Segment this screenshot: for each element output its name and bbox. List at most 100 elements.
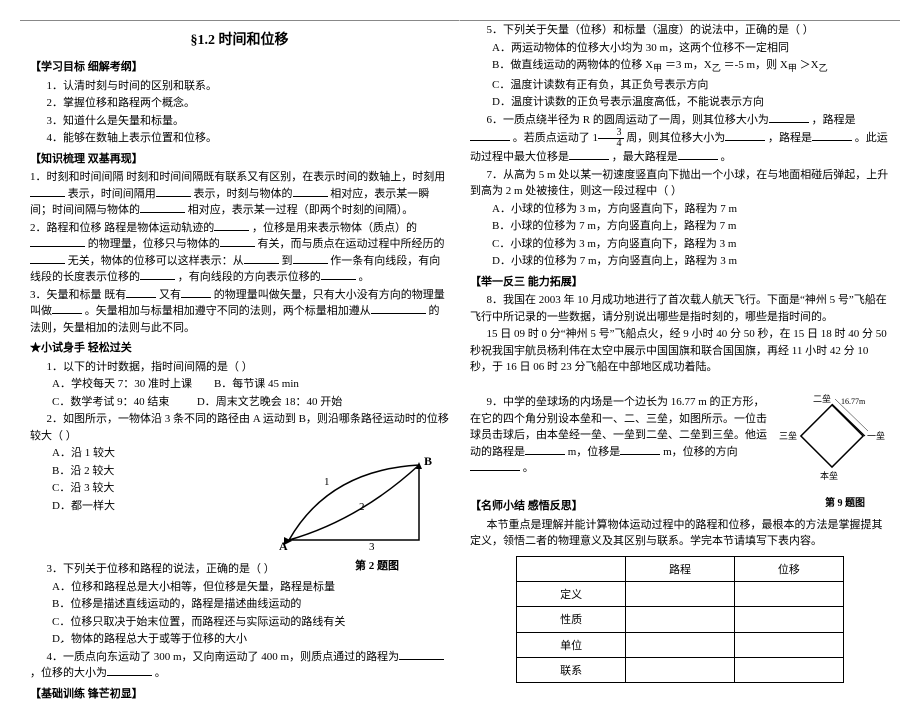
- q9-c: m，位移的方向: [663, 446, 738, 458]
- fig9-2: 二垒: [813, 394, 831, 404]
- sub-jia-2: 甲: [788, 63, 797, 73]
- q4-a: 4．一质点向东运动了 300 m，又向南运动了 400 m，则质点通过的路程为: [47, 651, 400, 663]
- q9-b: m，位移是: [568, 446, 621, 458]
- q2-d: D．都一样大: [30, 498, 219, 515]
- q8-a: 8．我国在 2003 年 10 月成功地进行了首次载人航天飞行。下面是“神州 5…: [470, 292, 890, 325]
- footer-dots: . . .: [60, 634, 94, 646]
- k2-f: 到: [282, 255, 293, 267]
- q1-a: A．学校每天 7：30 准时上课 B．每节课 45 min: [30, 376, 449, 393]
- k2-c: 的物理量，位移只与物体的: [88, 238, 220, 250]
- figure-9-label: 第 9 题图: [825, 494, 865, 509]
- q3-b: B．位移是描述直线运动的，路程是描述曲线运动的: [30, 596, 449, 613]
- q5-d: D．温度计读数的正负号表示温度高低，不能说表示方向: [470, 94, 890, 111]
- fig2-n2: 2: [359, 501, 365, 513]
- q4-b: ，位移的大小为: [30, 667, 107, 679]
- q6-e: ，路程是: [768, 132, 812, 144]
- ext-heading: 【举一反三 能力拓展】: [470, 274, 890, 291]
- knowledge-heading: 【知识梳理 双基再现】: [30, 151, 449, 168]
- q7-c: C．小球的位移为 3 m，方向竖直向下，路程为 3 m: [470, 236, 890, 253]
- k1-text: 1．时刻和时间间隔 时刻和时间间隔既有联系又有区别，在表示时间的数轴上，时刻用: [30, 171, 445, 183]
- q2-b: B．沿 2 较大: [30, 463, 219, 480]
- q2: 2．如图所示，一物体沿 3 条不同的路径由 A 运动到 B，则沿哪条路径运动时的…: [30, 411, 449, 444]
- q8-blank: [470, 377, 890, 394]
- q2-c: C．沿 3 较大: [30, 480, 219, 497]
- k2-h: ，有向线段的方向表示位移的: [178, 271, 321, 283]
- q6-d: 周，则其位移大小为: [626, 132, 725, 144]
- k1-text3: 表示，时刻与物体的: [194, 188, 293, 200]
- q6: 6．一质点绕半径为 R 的圆周运动了一周，则其位移大小为 ，路程是 。若质点运动…: [470, 112, 890, 166]
- q7-b: B．小球的位移为 7 m，方向竖直向上，路程为 7 m: [470, 218, 890, 235]
- summary-table: 路程 位移 定义 性质 单位 联系: [516, 556, 844, 683]
- q5b-4: ＞X: [800, 59, 819, 71]
- k3-a: 3．矢量和标量 既有: [30, 289, 126, 301]
- sub-yi-2: 乙: [819, 63, 828, 73]
- q9-d: 。: [523, 462, 534, 474]
- q1-c: C．数学考试 9：40 结束 D．周末文艺晚会 18：40 开始: [30, 394, 449, 411]
- k2-i: 。: [359, 271, 370, 283]
- q3-c: C．位移只取决于始末位置，而路程还与实际运动的路线有关: [30, 614, 449, 631]
- q6-g: ，最大路程是: [612, 151, 678, 163]
- fig2-B: B: [424, 454, 432, 468]
- goals-heading: 【学习目标 细解考纲】: [30, 59, 449, 76]
- q9: 9．中学的垒球场的内场是一个边长为 16.77 m 的正方形，在它的四个角分别设…: [470, 394, 772, 477]
- doc-title: §1.2 时间和位移: [30, 29, 449, 49]
- fig2-n3: 3: [369, 541, 375, 553]
- q4: 4．一质点向东运动了 300 m，又向南运动了 400 m，则质点通过的路程为 …: [30, 649, 449, 682]
- k1: 1．时刻和时间间隔 时刻和时间间隔既有联系又有区别，在表示时间的数轴上，时刻用 …: [30, 169, 449, 219]
- q5-c: C．温度计读数有正有负，其正负号表示方向: [470, 77, 890, 94]
- row-nature: 性质: [517, 606, 626, 632]
- figure-2-label: 第 2 题图: [355, 557, 399, 573]
- goal-2: 2．掌握位移和路程两个概念。: [30, 95, 449, 112]
- q6-h: 。: [721, 151, 732, 163]
- q5: 5．下列关于矢量（位移）和标量（温度）的说法中，正确的是（ ）: [470, 22, 890, 39]
- th-disp: 位移: [734, 556, 843, 581]
- k3-b: 又有: [159, 289, 181, 301]
- goal-4: 4．能够在数轴上表示位置和位移。: [30, 130, 449, 147]
- k2: 2．路程和位移 路程是物体运动轨迹的 ，位移是用来表示物体（质点）的 的物理量，…: [30, 220, 449, 286]
- k1-text5: 相对应，表示某一过程（即两个时刻的间隔）。: [188, 204, 414, 216]
- q6-b: ，路程是: [812, 114, 856, 126]
- q5-b: B．做直线运动的两物体的位移 X甲 ＝3 m，X乙 ＝-5 m，则 X甲 ＞X乙: [470, 57, 890, 76]
- goal-1: 1．认清时刻与时间的区别和联系。: [30, 78, 449, 95]
- q8-b: 15 日 09 时 0 分“神州 5 号”飞船点火，经 9 小时 40 分 50…: [470, 326, 890, 376]
- q6-a: 6．一质点绕半径为 R 的圆周运动了一周，则其位移大小为: [487, 114, 769, 126]
- q5b-3: ＝-5 m，则 X: [724, 59, 788, 71]
- k1-text2: 表示，时间间隔用: [68, 188, 156, 200]
- base-heading: 【基础训练 锋芒初显】: [30, 686, 449, 702]
- q2-a: A．沿 1 较大: [30, 445, 219, 462]
- k2-a: 2．路程和位移 路程是物体运动轨迹的: [30, 222, 214, 234]
- k2-e: 无关，物体的位移可以这样表示：从: [68, 255, 244, 267]
- q7-a: A．小球的位移为 3 m，方向竖直向下，路程为 7 m: [470, 201, 890, 218]
- fig9-1: 一垒: [867, 430, 885, 441]
- th-path module: 路程: [626, 556, 735, 581]
- q5b-1: B．做直线运动的两物体的位移 X: [492, 59, 653, 71]
- fig9-len: 16.77m: [841, 397, 866, 406]
- q1c-text: C．数学考试 9：40 结束: [52, 396, 169, 408]
- fig9-3: 三垒: [779, 430, 797, 441]
- row-def: 定义: [517, 581, 626, 606]
- q7-d: D．小球的位移为 7 m，方向竖直向上，路程为 3 m: [470, 253, 890, 270]
- fraction-3-4: 34: [598, 128, 624, 149]
- th-blank: [517, 556, 626, 581]
- q1d-text: D．周末文艺晚会 18：40 开始: [197, 396, 342, 408]
- q5-a: A．两运动物体的位移大小均为 30 m，这两个位移不一定相同: [470, 40, 890, 57]
- fig2-n1: 1: [324, 476, 330, 488]
- k2-d: 有关，而与质点在运动过程中所经历的: [258, 238, 445, 250]
- q1: 1．以下的计时数据，指时间间隔的是（ ）: [30, 359, 449, 376]
- row-rel: 联系: [517, 657, 626, 682]
- q3-a: A．位移和路程总是大小相等，但位移是矢量，路程是标量: [30, 579, 449, 596]
- summary-body: 本节重点是理解并能计算物体运动过程中的路程和位移，最根本的方法是掌握提其定义，领…: [470, 517, 890, 550]
- q1a-text: A．学校每天 7：30 准时上课: [52, 378, 192, 390]
- sub-jia-1: 甲: [653, 63, 662, 73]
- q4-c: 。: [155, 667, 166, 679]
- goal-3: 3．知道什么是矢量和标量。: [30, 113, 449, 130]
- fig2-A: A: [279, 539, 288, 553]
- row-unit: 单位: [517, 632, 626, 657]
- q5b-2: ＝3 m，X: [665, 59, 712, 71]
- k3-d: 。矢量相加与标量相加遵守不同的法则，两个标量相加遵从: [85, 305, 371, 317]
- k2-b: ，位移是用来表示物体（质点）的: [252, 222, 417, 234]
- try-heading: ★小试身手 轻松过关: [30, 340, 449, 357]
- fig9-home: 本垒: [820, 470, 838, 481]
- figure-2: A B 1 2 3: [269, 445, 439, 555]
- q1b-text: B．每节课 45 min: [214, 378, 299, 390]
